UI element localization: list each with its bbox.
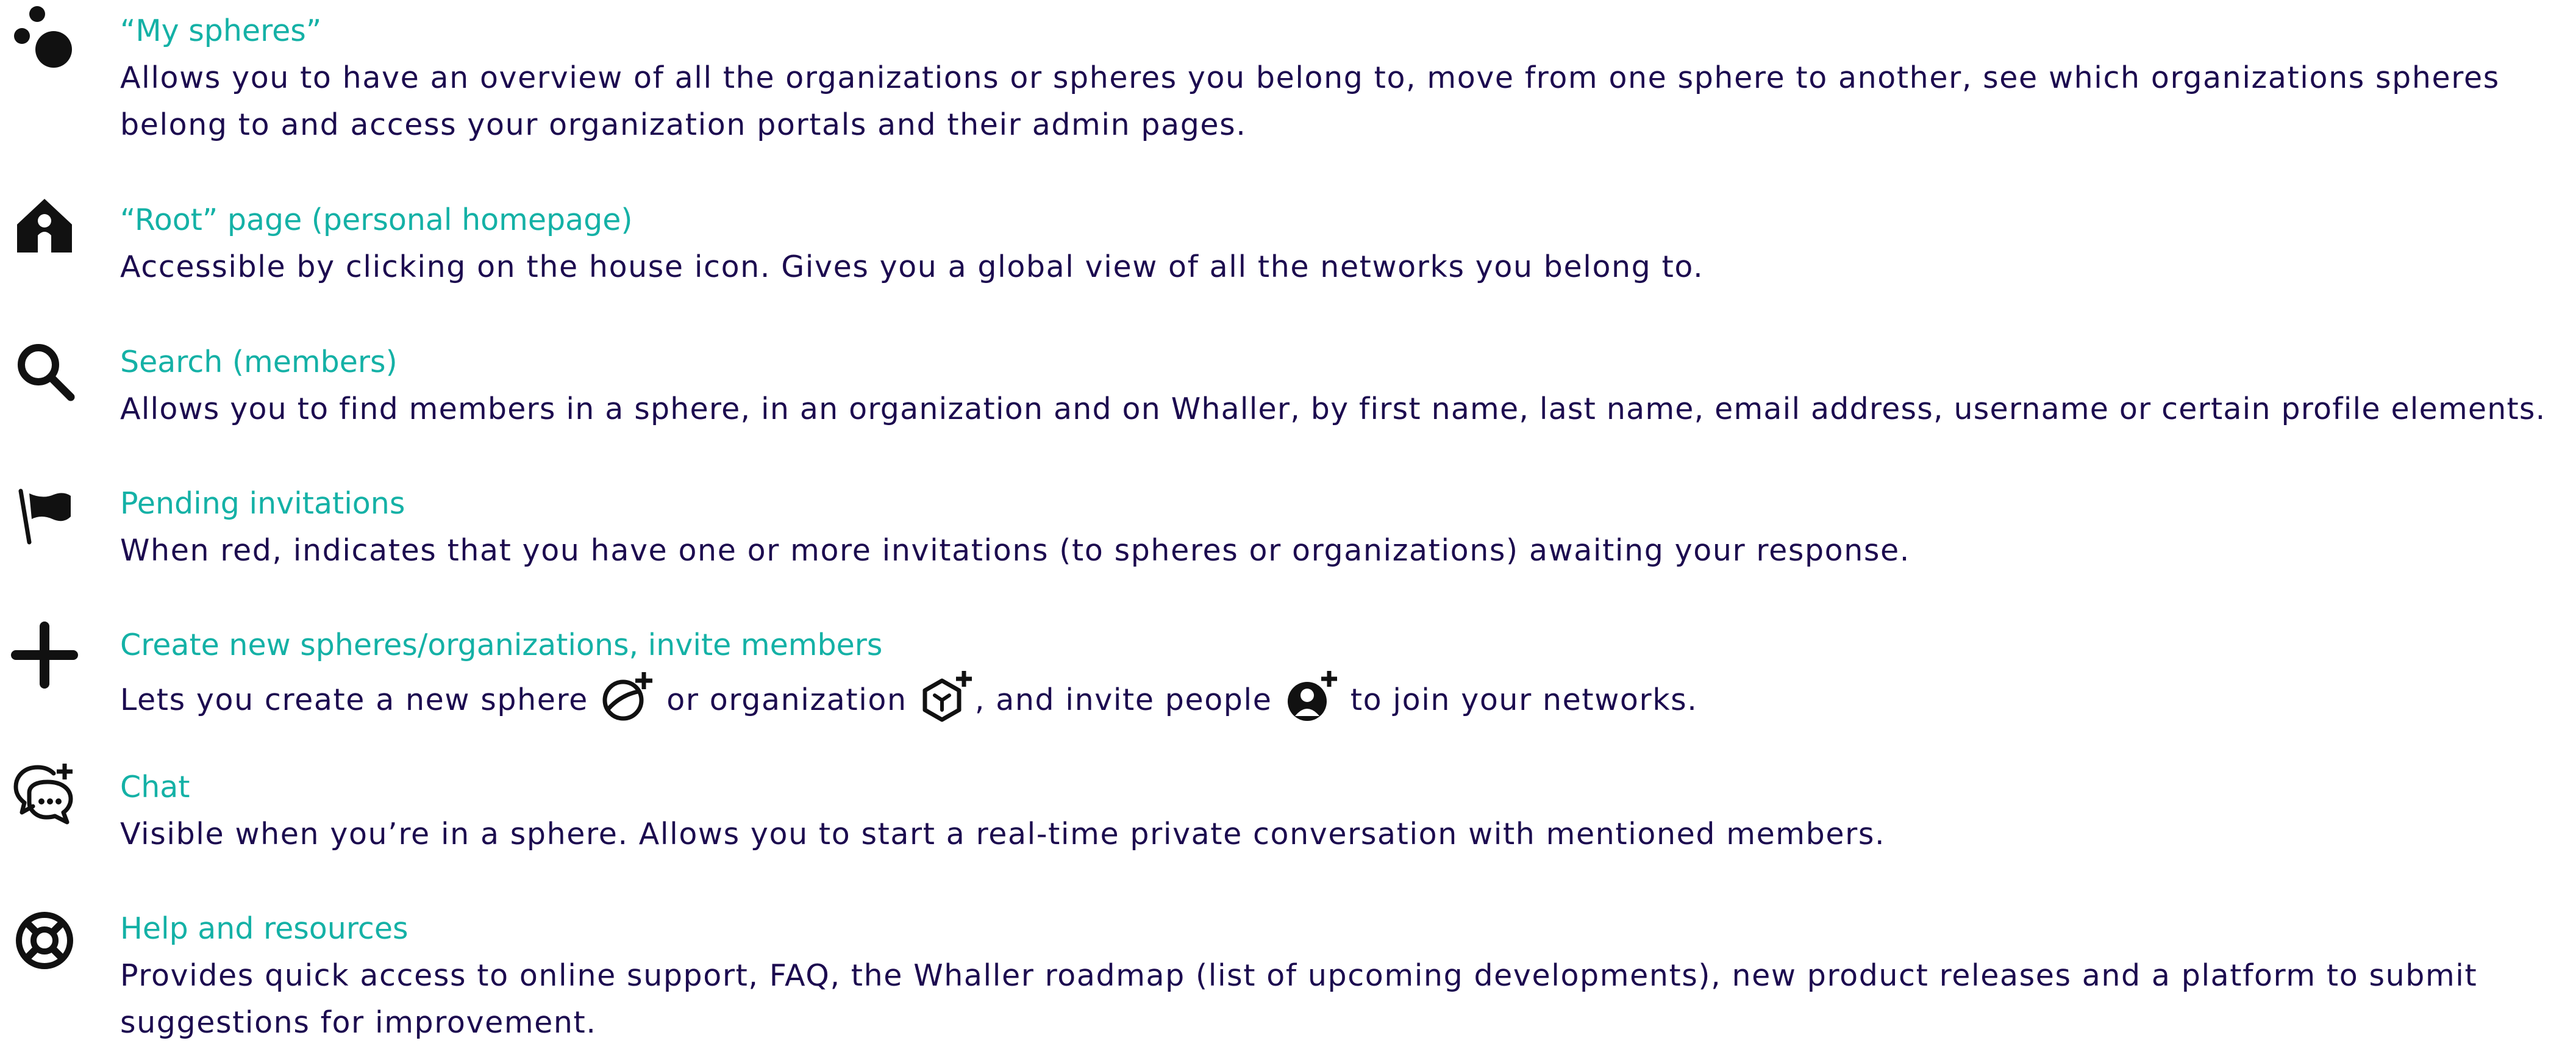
item-title: Create new spheres/organizations, invite… [120, 628, 883, 662]
description-part: , and invite people [974, 682, 1283, 717]
list-item: Chat Visible when you’re in a sphere. Al… [0, 756, 2576, 866]
chat-icon [11, 761, 78, 828]
item-title: Help and resources [120, 911, 409, 946]
list-item: “My spheres” Allows you to have an overv… [0, 0, 2576, 159]
item-title: Pending invitations [120, 486, 405, 521]
item-title: Chat [120, 770, 190, 804]
item-title: Search (members) [120, 345, 398, 379]
plus-icon [11, 622, 78, 689]
spheres-icon [11, 3, 78, 70]
new-sphere-icon [599, 668, 656, 726]
item-description: Visible when you’re in a sphere. Allows … [120, 817, 1886, 851]
item-description: Accessible by clicking on the house icon… [120, 249, 1704, 284]
list-item: “Root” page (personal homepage) Accessib… [0, 189, 2576, 299]
description-part: or organization [656, 682, 918, 717]
description-part: to join your networks. [1340, 682, 1698, 717]
description-part: Lets you create a new sphere [120, 682, 599, 717]
house-icon [11, 195, 78, 262]
list-item: Pending invitations When red, indicates … [0, 473, 2576, 582]
list-item: Help and resources Provides quick access… [0, 898, 2576, 1040]
item-title: “My spheres” [120, 13, 322, 48]
search-icon [11, 337, 78, 404]
item-description: When red, indicates that you have one or… [120, 533, 1910, 568]
list-item: Search (members) Allows you to find memb… [0, 331, 2576, 441]
item-description: Allows you to have an overview of all th… [120, 60, 2500, 142]
invite-member-icon [1283, 668, 1340, 726]
item-title: “Root” page (personal homepage) [120, 202, 633, 237]
list-item: Create new spheres/organizations, invite… [0, 614, 2576, 724]
flag-icon [11, 484, 78, 551]
lifebuoy-icon [11, 907, 78, 974]
item-description: Lets you create a new sphere or organiza… [120, 668, 2576, 726]
new-organization-icon [918, 668, 975, 726]
item-description: Provides quick access to online support,… [120, 958, 2478, 1040]
item-description: Allows you to find members in a sphere, … [120, 392, 2546, 426]
